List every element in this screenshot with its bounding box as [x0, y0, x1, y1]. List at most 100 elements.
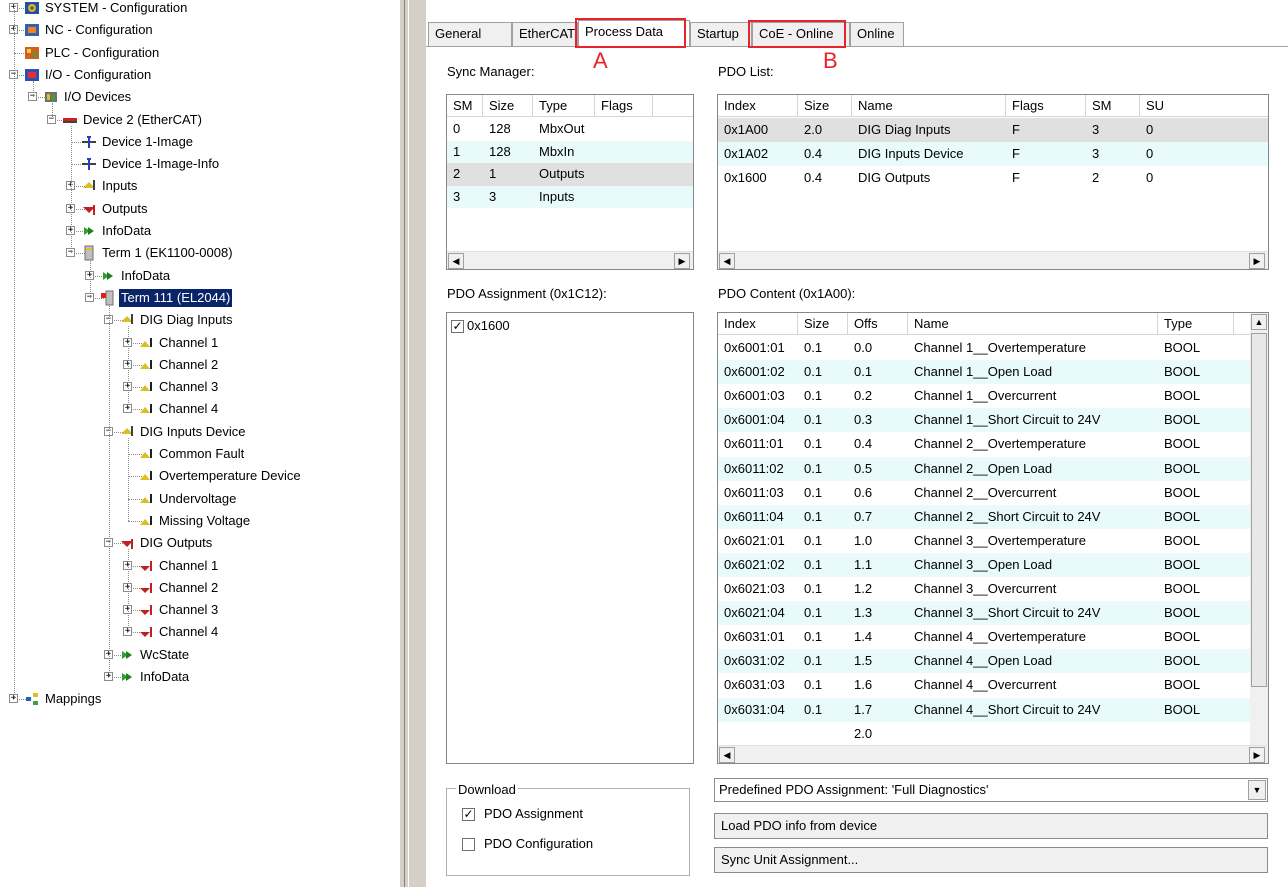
tree-item[interactable]: + Channel 4 [0, 621, 400, 643]
column-header[interactable]: Index [718, 313, 798, 335]
tree-item[interactable]: + Channel 2 [0, 577, 400, 599]
table-row[interactable]: 3 3 Inputs [447, 185, 693, 208]
scroll-right-icon[interactable]: ▶ [1249, 253, 1265, 269]
table-row[interactable]: 0x6011:02 0.1 0.5 Channel 2__Open Load BOOL [718, 456, 1250, 481]
table-row[interactable]: 0x6031:02 0.1 1.5 Channel 4__Open Load BOOL [718, 649, 1250, 674]
table-row[interactable]: 0x6021:04 0.1 1.3 Channel 3__Short Circuit … [718, 601, 1250, 626]
table-row[interactable]: 0x6011:03 0.1 0.6 Channel 2__Overcurrent BOO… [718, 481, 1250, 505]
tree-item[interactable]: + Outputs [0, 198, 400, 220]
tree-item[interactable]: + Channel 1 [0, 332, 400, 354]
predefined-pdo-assignment-combo[interactable]: Predefined PDO Assignment: 'Full Diagnos… [714, 778, 1268, 802]
tree-item[interactable]: + NC - Configuration [0, 19, 400, 41]
tree-item[interactable]: − DIG Inputs Device [0, 421, 400, 443]
column-header[interactable]: Flags [595, 95, 653, 117]
table-row[interactable]: 0x6001:03 0.1 0.2 Channel 1__Overcurrent BOO… [718, 384, 1250, 408]
sync-unit-assignment-button[interactable]: Sync Unit Assignment... [714, 847, 1268, 873]
scroll-right-icon[interactable]: ▶ [674, 253, 690, 269]
tree-item[interactable]: + WcState [0, 644, 400, 666]
tree-item[interactable]: + InfoData [0, 265, 400, 287]
column-header[interactable]: SM [1086, 95, 1140, 117]
tree-item[interactable]: Missing Voltage [0, 510, 400, 532]
column-header[interactable]: Name [908, 313, 1158, 335]
column-header[interactable]: Name [852, 95, 1006, 117]
table-row[interactable]: 0x1A00 2.0 DIG Diag Inputs F 3 0 [718, 118, 1268, 142]
horizontal-scrollbar[interactable]: ◀ ▶ [447, 251, 693, 269]
vertical-scrollbar[interactable]: ▲ [1250, 313, 1268, 745]
table-row[interactable]: 0x6011:01 0.1 0.4 Channel 2__Overtemperatur… [718, 432, 1250, 456]
table-row[interactable]: 0x6031:01 0.1 1.4 Channel 4__Overtemperatur… [718, 625, 1250, 649]
tab-ethercat[interactable]: EtherCAT [512, 22, 578, 46]
scroll-left-icon[interactable]: ◀ [719, 253, 735, 269]
pdo-content-list[interactable]: Index Size Offs Name Type 0x6001:01 0.1 0.0 Chan… [717, 312, 1269, 764]
table-row[interactable]: 1 128 MbxIn [447, 140, 693, 163]
tree-item[interactable]: − DIG Diag Inputs [0, 309, 400, 331]
table-row[interactable]: 0x6021:02 0.1 1.1 Channel 3__Open Load BOOL [718, 552, 1250, 577]
horizontal-scrollbar[interactable]: ◀ ▶ [718, 745, 1268, 763]
tree-item[interactable]: − Term 111 (EL2044) [0, 287, 400, 309]
column-header[interactable]: Type [1158, 313, 1234, 335]
tree-item[interactable]: PLC - Configuration [0, 42, 400, 64]
table-row[interactable]: 0x6001:01 0.1 0.0 Channel 1__Overtemperatur… [718, 336, 1250, 360]
column-header[interactable]: Size [483, 95, 533, 117]
table-row[interactable]: 0x1A02 0.4 DIG Inputs Device F 3 0 [718, 142, 1268, 166]
tree-item[interactable]: Device 1-Image-Info [0, 153, 400, 175]
tree-item[interactable]: Undervoltage [0, 488, 400, 510]
table-row[interactable]: 0x6001:02 0.1 0.1 Channel 1__Open Load BOOL [718, 360, 1250, 385]
column-header[interactable]: SM [447, 95, 483, 117]
table-row[interactable]: 0x6031:03 0.1 1.6 Channel 4__Overcurrent BOO… [718, 673, 1250, 697]
tree-item[interactable]: − Term 1 (EK1100-0008) [0, 242, 400, 264]
pdo-assignment-list[interactable]: ✓ 0x1600 [446, 312, 694, 764]
table-row[interactable]: 2 1 Outputs [447, 163, 693, 186]
tree-item[interactable]: + SYSTEM - Configuration [0, 0, 400, 19]
column-header[interactable]: Index [718, 95, 798, 117]
solution-tree[interactable]: + SYSTEM - Configuration + NC - Configurati… [0, 0, 400, 887]
horizontal-scrollbar[interactable]: ◀ ▶ [718, 251, 1268, 269]
pdo-configuration-checkbox[interactable] [462, 838, 475, 851]
pdo-list[interactable]: Index Size Name Flags SM SU 0x1A00 2.0 DIG Diag … [717, 94, 1269, 270]
tree-item[interactable]: Overtemperature Device [0, 465, 400, 487]
load-pdo-info-button[interactable]: Load PDO info from device [714, 813, 1268, 839]
column-header[interactable]: Flags [1006, 95, 1086, 117]
table-row[interactable]: 0x6011:04 0.1 0.7 Channel 2__Short Circuit … [718, 504, 1250, 529]
tree-item[interactable]: − DIG Outputs [0, 532, 400, 554]
table-row[interactable]: 0x6001:04 0.1 0.3 Channel 1__Short Circuit … [718, 408, 1250, 433]
tree-item[interactable]: − Device 2 (EtherCAT) [0, 109, 400, 131]
tree-item[interactable]: Common Fault [0, 443, 400, 465]
tree-item[interactable]: + Mappings [0, 688, 400, 710]
tree-item[interactable]: + Inputs [0, 175, 400, 197]
dropdown-arrow-icon[interactable]: ▼ [1248, 780, 1266, 800]
scroll-left-icon[interactable]: ◀ [719, 747, 735, 763]
tree-item[interactable]: + Channel 4 [0, 398, 400, 420]
tree-item[interactable]: − I/O - Configuration [0, 64, 400, 86]
tree-item[interactable]: + Channel 1 [0, 555, 400, 577]
scroll-thumb[interactable] [1251, 333, 1267, 687]
tree-item[interactable]: Device 1-Image [0, 131, 400, 153]
column-header[interactable]: SU [1140, 95, 1268, 117]
tab-startup[interactable]: Startup [690, 22, 752, 46]
column-header[interactable]: Size [798, 95, 852, 117]
table-row[interactable]: 0x6021:01 0.1 1.0 Channel 3__Overtemperatur… [718, 529, 1250, 553]
tree-item[interactable]: + Channel 2 [0, 354, 400, 376]
table-row[interactable]: 0x6031:04 0.1 1.7 Channel 4__Short Circuit … [718, 697, 1250, 722]
pane-splitter[interactable] [400, 0, 426, 887]
table-row[interactable]: 2.0 [718, 722, 1250, 746]
table-row[interactable]: 0x1600 0.4 DIG Outputs F 2 0 [718, 166, 1268, 190]
sync-manager-list[interactable]: SM Size Type Flags 0 128 MbxOut 1 128 MbxIn 2 1 Outp… [446, 94, 694, 270]
tree-item[interactable]: + Channel 3 [0, 599, 400, 621]
table-row[interactable]: 0 128 MbxOut [447, 118, 693, 141]
column-header[interactable]: Type [533, 95, 595, 117]
tab-general[interactable]: General [428, 22, 512, 46]
pdo-assignment-item-checkbox[interactable]: ✓ [451, 320, 464, 333]
scroll-left-icon[interactable]: ◀ [448, 253, 464, 269]
tree-item[interactable]: + InfoData [0, 220, 400, 242]
column-header[interactable]: Size [798, 313, 848, 335]
scroll-up-icon[interactable]: ▲ [1251, 314, 1267, 330]
scroll-right-icon[interactable]: ▶ [1249, 747, 1265, 763]
tree-item[interactable]: − I/O Devices [0, 86, 400, 108]
pdo-assignment-checkbox[interactable]: ✓ [462, 808, 475, 821]
tab-online[interactable]: Online [850, 22, 904, 46]
tree-item[interactable]: + Channel 3 [0, 376, 400, 398]
column-header[interactable]: Offs [848, 313, 908, 335]
tree-item[interactable]: + InfoData [0, 666, 400, 688]
table-row[interactable]: 0x6021:03 0.1 1.2 Channel 3__Overcurrent BOO… [718, 577, 1250, 601]
